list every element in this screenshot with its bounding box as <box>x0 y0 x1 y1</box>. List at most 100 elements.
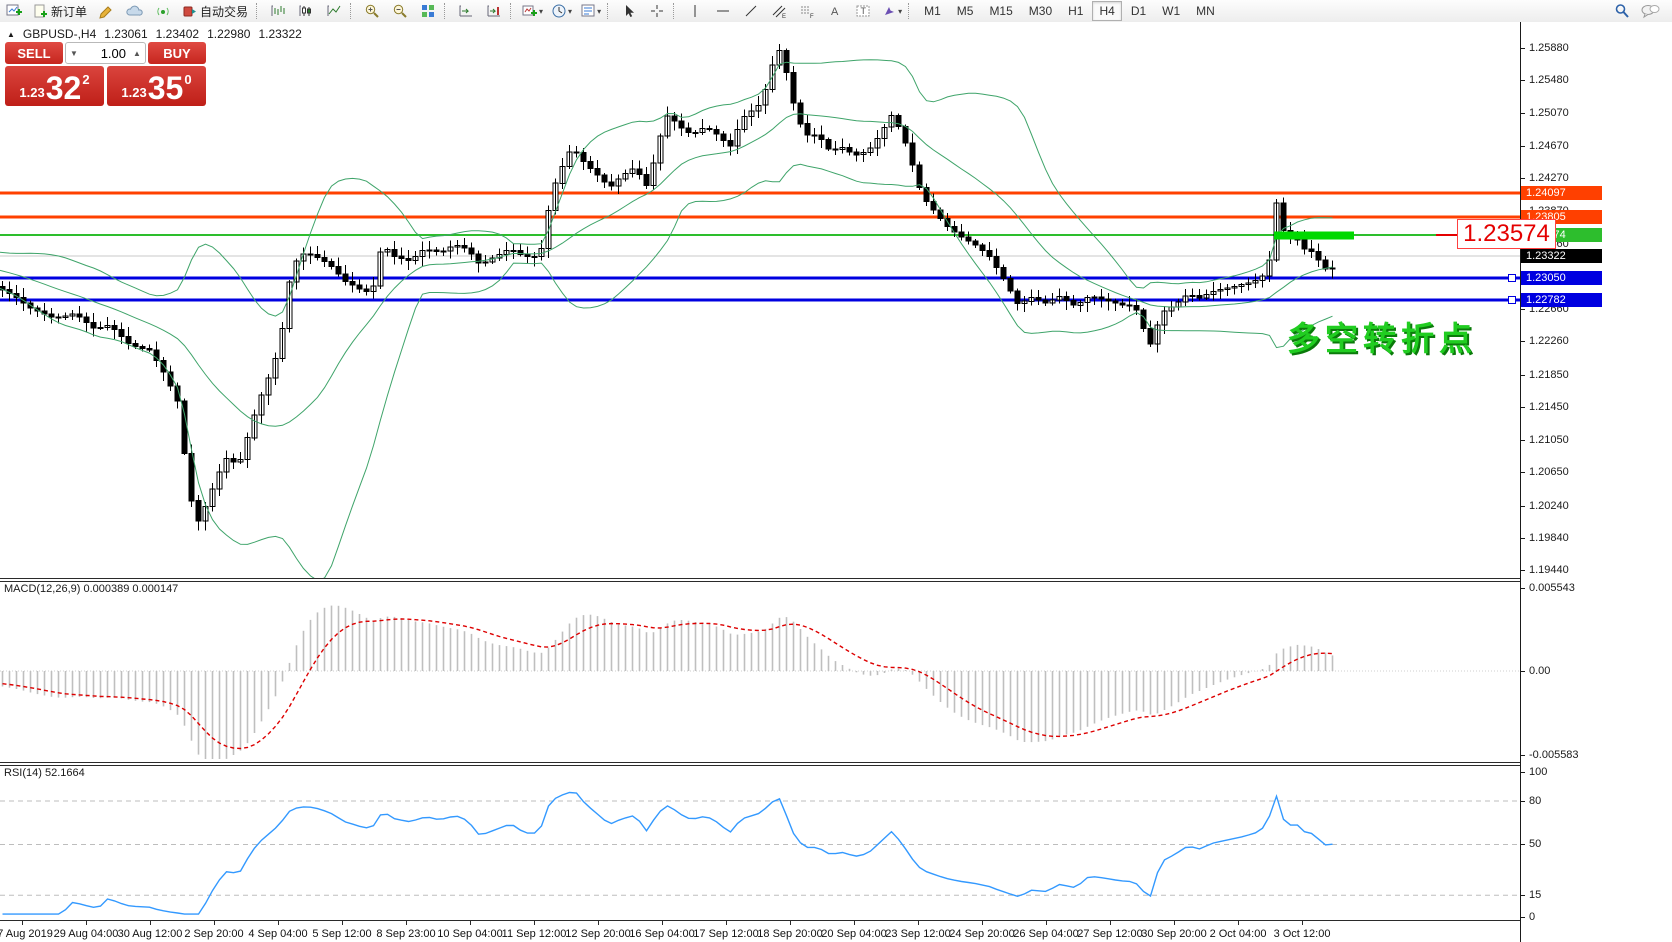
toolbar-separator <box>510 3 516 19</box>
price-axis[interactable]: 1.258801.254801.250701.246701.242701.238… <box>1520 22 1672 942</box>
toolbar-separator <box>350 3 356 19</box>
rsi-line <box>3 793 1333 915</box>
timeframe-D1[interactable]: D1 <box>1124 1 1153 21</box>
green-highlight-segment <box>1274 231 1354 239</box>
macd-pane[interactable] <box>0 581 1520 762</box>
new-chart-icon[interactable] <box>1 0 27 22</box>
time-tick-mark <box>982 921 983 925</box>
price-tick-mark <box>1521 506 1525 507</box>
timeframe-MN[interactable]: MN <box>1189 1 1222 21</box>
toolbar-separator <box>673 3 679 19</box>
time-tick-mark <box>598 921 599 925</box>
macd-tick-mark <box>1521 755 1525 756</box>
arrows-icon[interactable]: ▾ <box>878 0 905 22</box>
fibonacci-icon[interactable]: F <box>794 0 820 22</box>
cloud-publish-icon[interactable] <box>122 0 148 22</box>
buy-price-big: 35 <box>148 73 184 103</box>
volume-input[interactable] <box>82 45 129 62</box>
time-tick-mark <box>342 921 343 925</box>
vertical-line-icon[interactable] <box>682 0 708 22</box>
timeframe-H4[interactable]: H4 <box>1092 1 1121 21</box>
hline-drag-handle[interactable] <box>1508 296 1516 304</box>
hline-drag-handle[interactable] <box>1508 274 1516 282</box>
timeframe-M1[interactable]: M1 <box>917 1 948 21</box>
main-chart-canvas[interactable] <box>0 22 1520 578</box>
crosshair-icon[interactable] <box>644 0 670 22</box>
time-label: 16 Sep 04:00 <box>629 928 694 940</box>
rsi-tick-mark <box>1521 801 1525 802</box>
time-tick-mark <box>918 921 919 925</box>
time-label: 2 Sep 20:00 <box>184 928 243 940</box>
rsi-pane[interactable] <box>0 765 1520 920</box>
time-label: 3 Oct 12:00 <box>1274 928 1331 940</box>
timeframe-M30[interactable]: M30 <box>1022 1 1059 21</box>
buy-price-display[interactable]: 1.23350 <box>107 66 206 106</box>
sell-button[interactable]: SELL <box>5 42 63 64</box>
sell-price-sup: 2 <box>82 72 89 87</box>
callout-connector <box>1436 234 1457 236</box>
time-tick-mark <box>470 921 471 925</box>
price-callout[interactable]: 1.23574 <box>1457 219 1556 249</box>
macd-tick: 0.00 <box>1529 666 1550 677</box>
crayon-icon[interactable] <box>94 0 120 22</box>
price-tick-mark <box>1521 146 1525 147</box>
zoom-out-icon[interactable] <box>387 0 413 22</box>
zoom-in-icon[interactable] <box>359 0 385 22</box>
timeframe-M5[interactable]: M5 <box>950 1 981 21</box>
price-tick-mark <box>1521 440 1525 441</box>
autotrading-button[interactable]: 自动交易 <box>178 0 253 22</box>
line-chart-icon[interactable] <box>321 0 347 22</box>
time-label: 20 Sep 04:00 <box>821 928 886 940</box>
new-order-button[interactable]: 新订单 <box>29 0 92 22</box>
rsi-tick: 50 <box>1529 839 1541 850</box>
bar-close: 1.23322 <box>258 27 301 41</box>
buy-button[interactable]: BUY <box>148 42 206 64</box>
time-tick-mark <box>278 921 279 925</box>
time-tick-mark <box>1302 921 1303 925</box>
timeframe-H1[interactable]: H1 <box>1061 1 1090 21</box>
volume-increase-button[interactable]: ▲ <box>129 49 145 58</box>
auto-scroll-icon[interactable] <box>453 0 479 22</box>
volume-decrease-button[interactable]: ▼ <box>66 49 82 58</box>
trendline-icon[interactable] <box>738 0 764 22</box>
symbol-ohlc-bar: ▲ GBPUSD-,H4 1.23061 1.23402 1.22980 1.2… <box>7 27 302 41</box>
price-tick: 1.22260 <box>1529 336 1569 347</box>
time-label: 23 Sep 12:00 <box>885 928 950 940</box>
templates-icon[interactable]: ▾ <box>577 0 604 22</box>
signals-icon[interactable] <box>150 0 176 22</box>
chart-shift-icon[interactable] <box>481 0 507 22</box>
bar-open: 1.23061 <box>104 27 147 41</box>
price-tick: 1.24270 <box>1529 173 1569 184</box>
collapse-icon[interactable]: ▲ <box>7 30 15 39</box>
bar-high: 1.23402 <box>156 27 199 41</box>
indicators-icon[interactable]: ▾ <box>519 0 546 22</box>
time-tick-mark <box>86 921 87 925</box>
horizontal-line-icon[interactable] <box>710 0 736 22</box>
periods-icon[interactable]: ▾ <box>548 0 575 22</box>
chat-icon[interactable] <box>1637 0 1663 22</box>
cursor-icon[interactable] <box>616 0 642 22</box>
macd-tick-mark <box>1521 588 1525 589</box>
time-label: 2 Oct 04:00 <box>1210 928 1267 940</box>
price-tick: 1.25070 <box>1529 108 1569 119</box>
time-tick-mark <box>214 921 215 925</box>
mt4-window: 新订单 自动交易 <box>0 0 1672 942</box>
timeframe-W1[interactable]: W1 <box>1155 1 1187 21</box>
time-axis[interactable]: 27 Aug 201929 Aug 04:0030 Aug 12:002 Sep… <box>0 920 1672 942</box>
time-label: 17 Sep 12:00 <box>693 928 758 940</box>
tile-windows-icon[interactable] <box>415 0 441 22</box>
sell-price-display[interactable]: 1.23322 <box>5 66 104 106</box>
text-icon[interactable]: A <box>822 0 848 22</box>
time-tick-mark <box>22 921 23 925</box>
text-label-icon[interactable]: T <box>850 0 876 22</box>
candlestick-chart-icon[interactable] <box>293 0 319 22</box>
rsi-tick-mark <box>1521 917 1525 918</box>
search-icon[interactable] <box>1609 0 1635 22</box>
time-label: 30 Sep 20:00 <box>1141 928 1206 940</box>
new-order-label: 新订单 <box>51 3 87 20</box>
symbol-name: GBPUSD-,H4 <box>23 27 96 41</box>
chart-annotation-text[interactable]: 多空转折点 <box>1287 312 1477 360</box>
equidistant-channel-icon[interactable]: E <box>766 0 792 22</box>
bar-chart-icon[interactable] <box>265 0 291 22</box>
timeframe-M15[interactable]: M15 <box>982 1 1019 21</box>
